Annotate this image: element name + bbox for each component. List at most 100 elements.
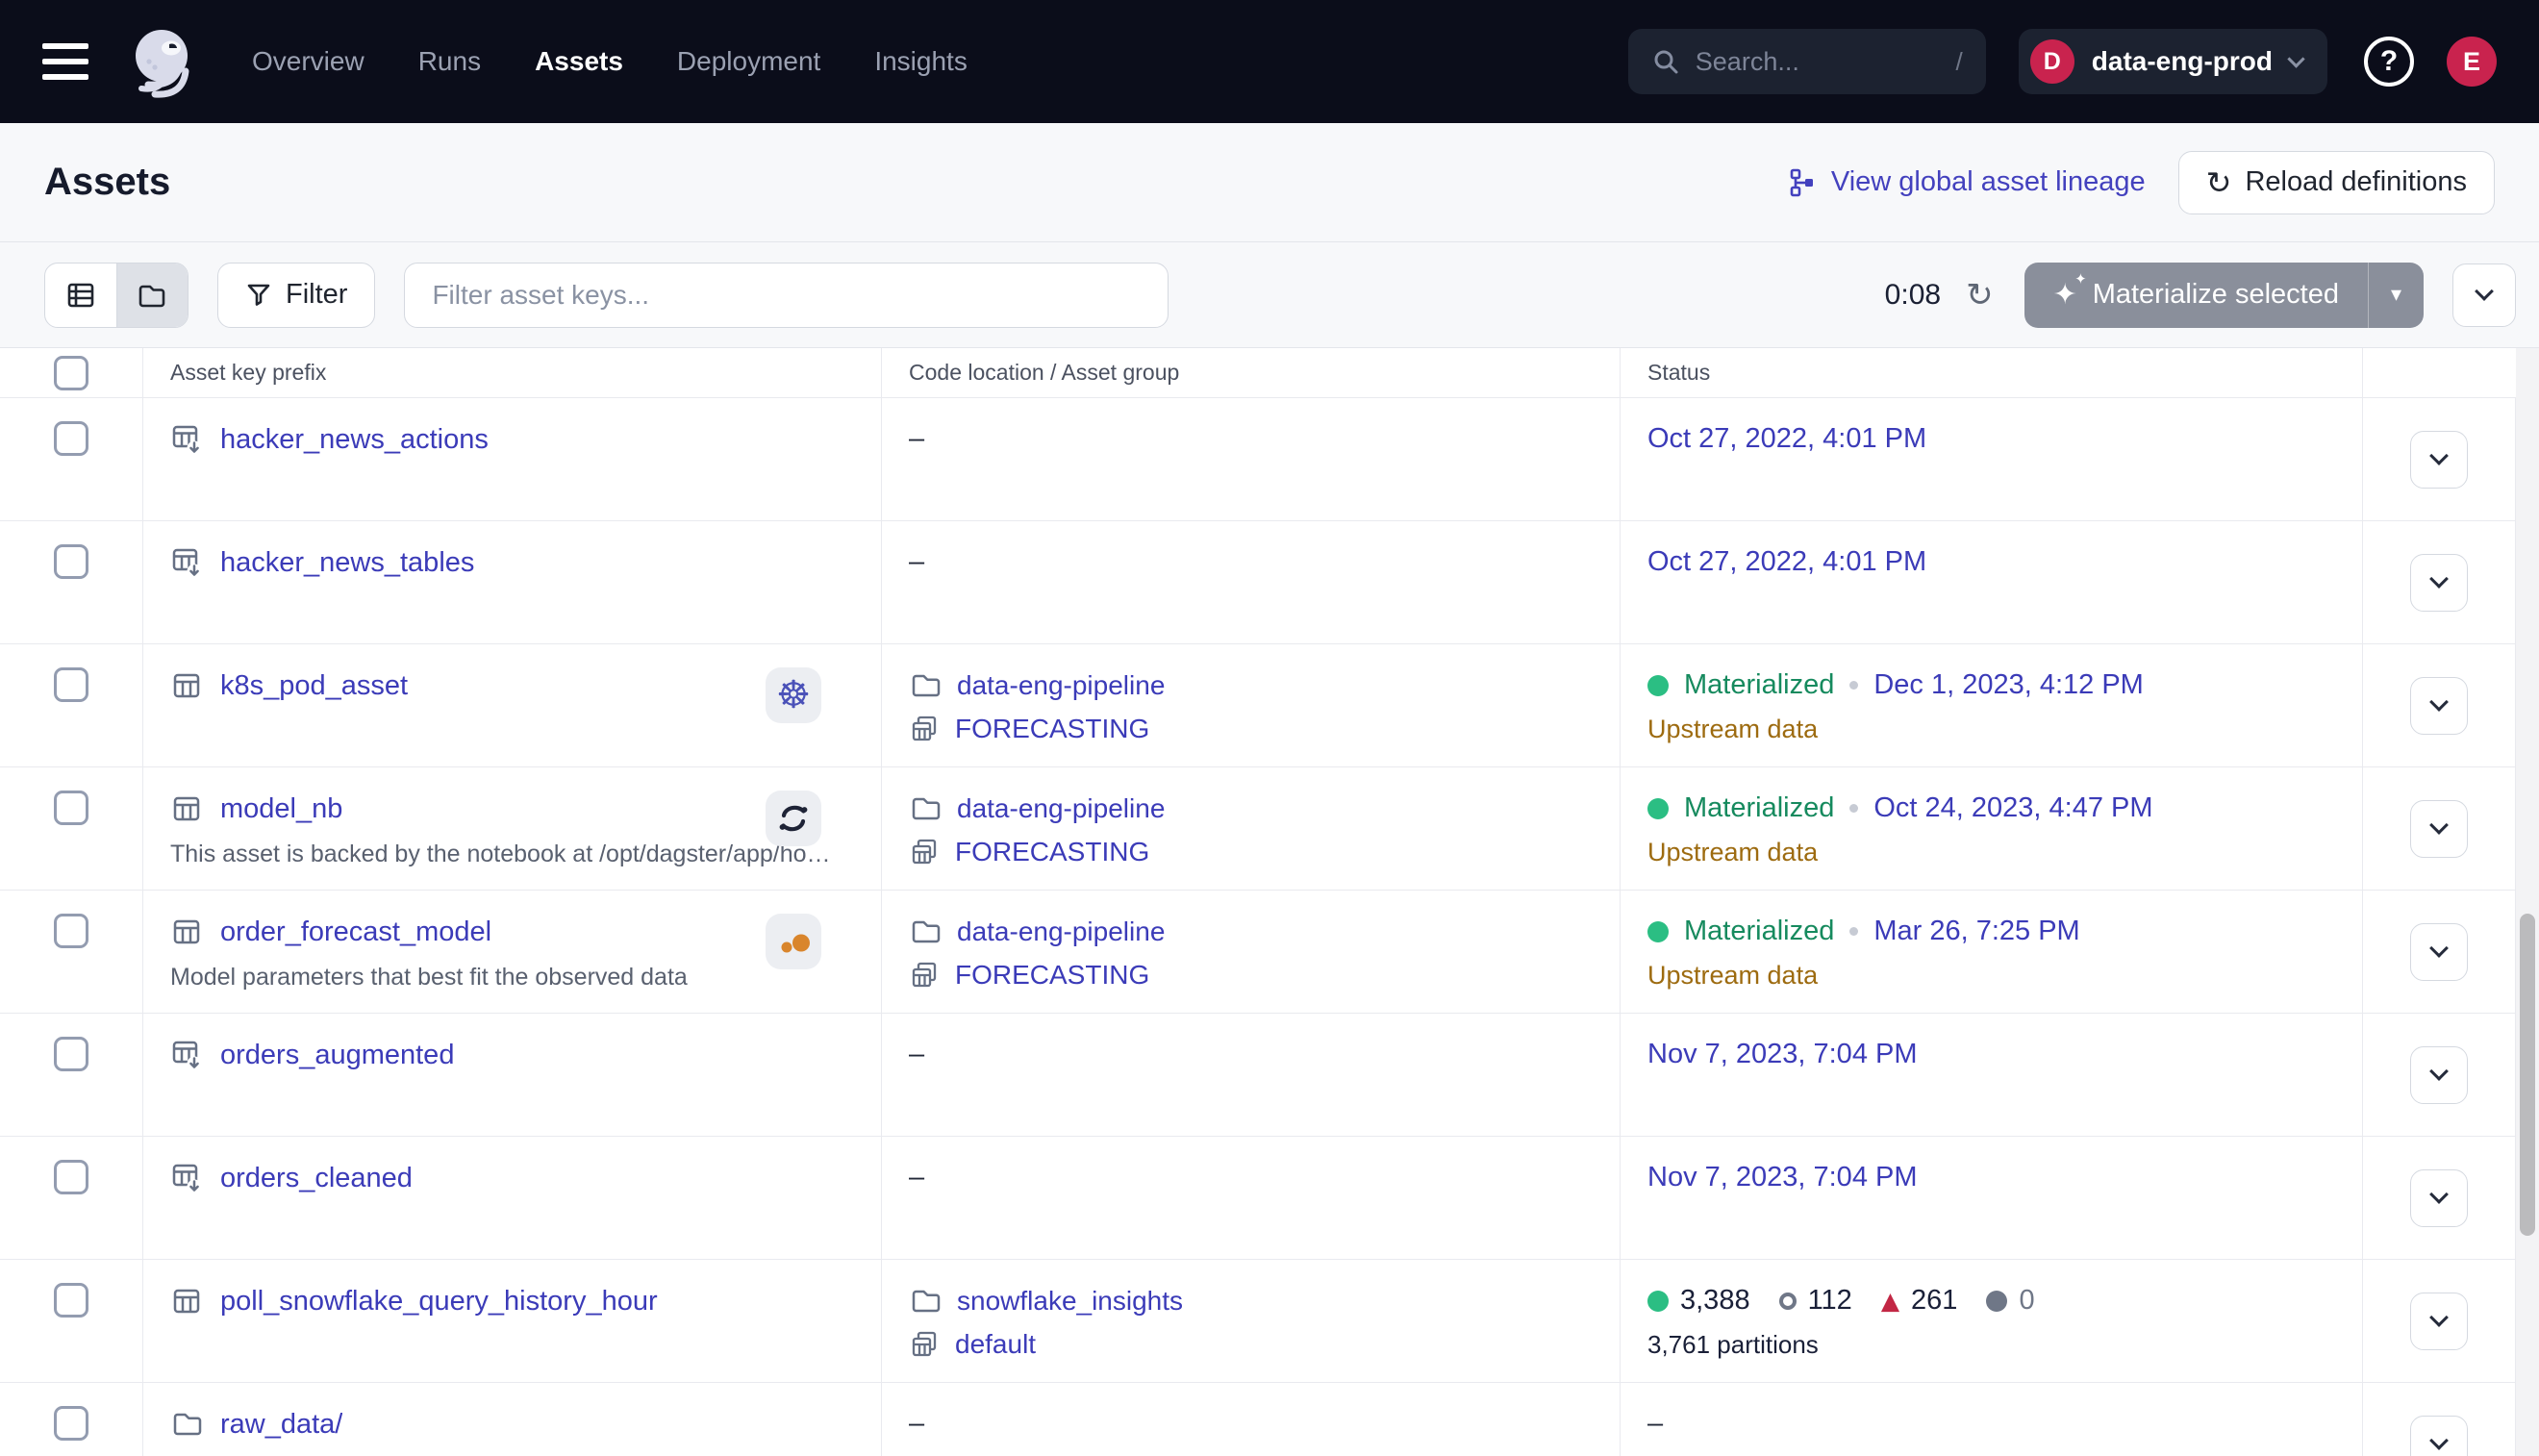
table-icon [170, 916, 203, 948]
materialization-date-link[interactable]: Oct 27, 2022, 4:01 PM [1647, 546, 1926, 578]
table-icon [170, 669, 203, 702]
asset-name-link[interactable]: orders_cleaned [220, 1163, 413, 1194]
expand-row-button[interactable] [2410, 1046, 2468, 1104]
asset-name-link[interactable]: k8s_pod_asset [220, 670, 408, 702]
status-line: Nov 7, 2023, 7:04 PM [1647, 1162, 2339, 1193]
partition-count-other: 0 [1986, 1285, 2034, 1317]
asset-group-link[interactable]: FORECASTING [955, 714, 1149, 744]
materialization-date-link[interactable]: Nov 7, 2023, 7:04 PM [1647, 1162, 1918, 1193]
asset-name-link[interactable]: raw_data/ [220, 1409, 342, 1441]
search-input[interactable]: Search... / [1628, 29, 1986, 94]
row-checkbox[interactable] [54, 1160, 88, 1194]
expand-row-button[interactable] [2410, 1416, 2468, 1456]
code-location-line: data-eng-pipeline [909, 669, 1596, 702]
materialization-date-link[interactable]: Nov 7, 2023, 7:04 PM [1647, 1039, 1918, 1070]
expand-row-button[interactable] [2410, 677, 2468, 735]
search-icon [1651, 47, 1680, 76]
nav-item-overview[interactable]: Overview [252, 46, 365, 77]
nav-item-insights[interactable]: Insights [874, 46, 968, 77]
select-all-checkbox[interactable] [54, 356, 88, 390]
empty-value-dash: – [909, 546, 924, 577]
chevron-down-icon [2429, 816, 2449, 835]
refresh-icon[interactable]: ↻ [1966, 276, 1994, 314]
chevron-down-icon [2429, 1431, 2449, 1450]
code-location-link[interactable]: data-eng-pipeline [957, 670, 1165, 701]
avatar[interactable]: E [2447, 37, 2497, 87]
materialize-dropdown-caret[interactable]: ▾ [2368, 263, 2424, 328]
asset-name-link[interactable]: poll_snowflake_query_history_hour [220, 1286, 658, 1318]
row-checkbox[interactable] [54, 1283, 88, 1318]
list-view-toggle[interactable] [45, 264, 116, 327]
scrollbar-track[interactable] [2516, 348, 2539, 1456]
help-icon[interactable]: ? [2364, 37, 2414, 87]
filter-asset-keys-input[interactable] [404, 263, 1169, 328]
asset-name-link[interactable]: order_forecast_model [220, 916, 491, 948]
row-checkbox-cell [0, 891, 142, 1013]
code-location-cell: data-eng-pipeline FORECASTING [881, 891, 1620, 1013]
materialization-date-link[interactable]: Oct 27, 2022, 4:01 PM [1647, 423, 1926, 455]
row-checkbox[interactable] [54, 667, 88, 702]
lineage-link-label: View global asset lineage [1831, 166, 2146, 198]
materialized-label: Materialized [1684, 792, 1834, 824]
folder-view-toggle[interactable] [116, 264, 189, 327]
row-checkbox[interactable] [54, 791, 88, 825]
expand-row-button[interactable] [2410, 1293, 2468, 1350]
code-location-link[interactable]: snowflake_insights [957, 1286, 1183, 1317]
materialized-dot-icon [1647, 798, 1669, 819]
asset-group-link[interactable]: default [955, 1329, 1036, 1360]
collapse-all-button[interactable] [2452, 264, 2516, 327]
materialization-date-link[interactable]: Oct 24, 2023, 4:47 PM [1873, 792, 2152, 824]
expand-row-button[interactable] [2410, 800, 2468, 858]
hamburger-menu-icon[interactable] [42, 43, 88, 80]
row-checkbox[interactable] [54, 1037, 88, 1071]
other-dot-icon [1986, 1291, 2007, 1312]
search-placeholder: Search... [1696, 47, 1956, 77]
asset-name-line: orders_cleaned [170, 1162, 858, 1194]
scrollbar-thumb[interactable] [2520, 914, 2535, 1236]
folder-view-icon [137, 281, 167, 310]
status-cell: Nov 7, 2023, 7:04 PM [1620, 1137, 2362, 1259]
asset-group-icon [909, 1329, 940, 1360]
expand-row-button[interactable] [2410, 923, 2468, 981]
materialization-date-link[interactable]: Mar 26, 7:25 PM [1873, 916, 2079, 947]
expand-row-button[interactable] [2410, 554, 2468, 612]
asset-key-cell: orders_augmented [142, 1014, 881, 1136]
asset-name-link[interactable]: model_nb [220, 793, 342, 825]
filter-button[interactable]: Filter [217, 263, 375, 328]
row-checkbox[interactable] [54, 421, 88, 456]
asset-name-link[interactable]: hacker_news_tables [220, 547, 474, 579]
nav-items: Overview Runs Assets Deployment Insights [252, 46, 968, 77]
nav-item-assets[interactable]: Assets [535, 46, 623, 77]
asset-name-link[interactable]: orders_augmented [220, 1040, 454, 1071]
row-checkbox[interactable] [54, 1406, 88, 1441]
column-header-code-location: Code location / Asset group [881, 348, 1620, 397]
folder-icon [909, 669, 942, 702]
materialize-selected-button[interactable]: ✦✦ Materialize selected ▾ [2024, 263, 2424, 328]
row-actions-cell [2362, 1137, 2516, 1259]
code-location-link[interactable]: data-eng-pipeline [957, 793, 1165, 824]
column-header-actions [2362, 348, 2516, 397]
dagster-logo-icon[interactable] [125, 21, 202, 102]
reload-definitions-button[interactable]: ↻ Reload definitions [2178, 151, 2495, 214]
asset-key-cell: k8s_pod_asset ☸ [142, 644, 881, 766]
row-checkbox[interactable] [54, 544, 88, 579]
table-row: poll_snowflake_query_history_hour snowfla… [0, 1260, 2539, 1383]
asset-name-link[interactable]: hacker_news_actions [220, 424, 489, 456]
expand-row-button[interactable] [2410, 431, 2468, 489]
nav-item-runs[interactable]: Runs [418, 46, 481, 77]
asset-group-link[interactable]: FORECASTING [955, 837, 1149, 867]
asset-name-line: order_forecast_model [170, 916, 858, 948]
view-global-asset-lineage-link[interactable]: View global asset lineage [1787, 166, 2146, 198]
compute-kind-badge-kubernetes: ☸ [766, 667, 821, 723]
asset-group-link[interactable]: FORECASTING [955, 960, 1149, 991]
chevron-down-icon [2429, 1062, 2449, 1081]
deployment-switcher[interactable]: D data-eng-prod [2019, 29, 2327, 94]
status-line: Materialized Oct 24, 2023, 4:47 PM [1647, 792, 2339, 824]
expand-row-button[interactable] [2410, 1169, 2468, 1227]
code-location-link[interactable]: data-eng-pipeline [957, 916, 1165, 947]
nav-item-deployment[interactable]: Deployment [677, 46, 820, 77]
partition-count-value: 112 [1808, 1285, 1852, 1317]
materialization-date-link[interactable]: Dec 1, 2023, 4:12 PM [1873, 669, 2144, 701]
row-checkbox[interactable] [54, 914, 88, 948]
chevron-down-icon [2475, 282, 2494, 301]
